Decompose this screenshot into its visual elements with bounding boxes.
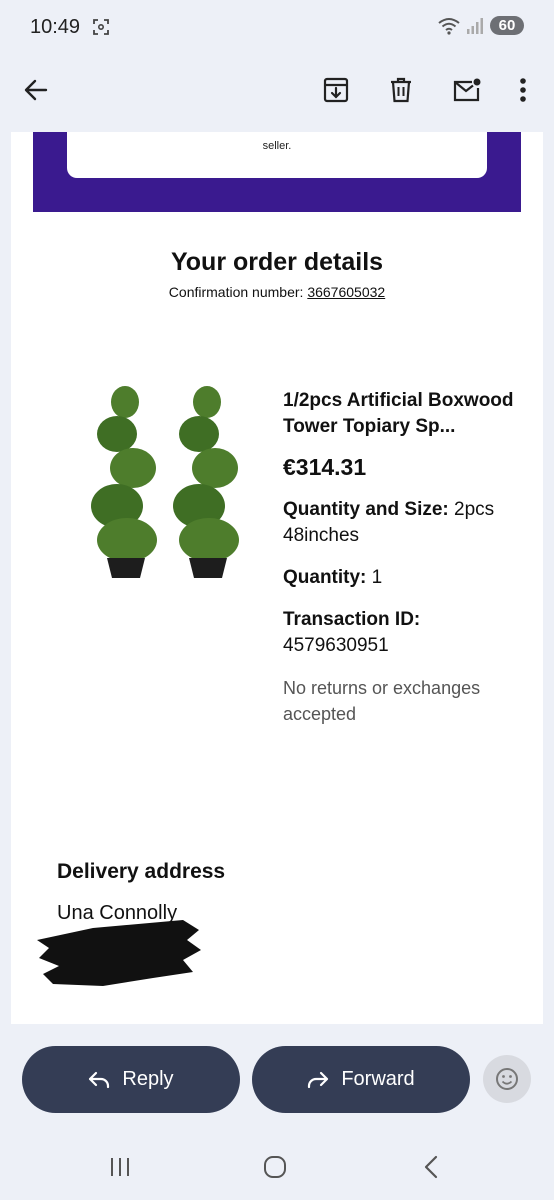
transaction-row: Transaction ID: 4579630951 [283,607,523,659]
quantity-value: 1 [371,567,383,588]
home-icon [264,1156,286,1178]
chevron-left-icon [424,1155,438,1179]
screenshot-icon [93,19,109,35]
transaction-value: 4579630951 [283,635,389,656]
product-name[interactable]: 1/2pcs Artificial Boxwood Tower Topiary … [283,388,523,440]
return-policy: No returns or exchanges accepted [283,678,481,724]
back-button[interactable] [16,70,56,110]
product-info: 1/2pcs Artificial Boxwood Tower Topiary … [283,388,523,727]
forward-button[interactable]: Forward [252,1046,470,1113]
status-bar: 10:49 60 [0,0,554,56]
back-arrow-icon [24,79,48,101]
banner-text: seller. [262,140,292,152]
recents-button[interactable] [105,1152,135,1182]
product-image[interactable] [77,372,267,592]
trash-icon [391,77,411,103]
product-price: €314.31 [283,454,367,480]
transaction-label: Transaction ID: [283,609,421,630]
emoji-reaction-button[interactable] [483,1055,531,1103]
system-nav-bar [0,1130,554,1200]
confirmation-line: Confirmation number: 3667605032 [11,284,543,300]
signal-icon [467,17,483,34]
home-button[interactable] [260,1152,290,1182]
forward-label: Forward [341,1068,415,1090]
more-vert-icon [520,78,526,102]
quantity-row: Quantity: 1 [283,565,523,591]
action-bar: Reply Forward [0,1030,554,1130]
delete-button[interactable] [381,70,421,110]
reply-button[interactable]: Reply [22,1046,240,1113]
system-back-button[interactable] [416,1152,446,1182]
email-toolbar [0,56,554,128]
reply-icon [89,1071,110,1088]
quantity-size-row: Quantity and Size: 2pcs 48inches [283,497,523,549]
quantity-size-label: Quantity and Size: [283,499,449,520]
emoji-icon [496,1068,518,1090]
header-banner: seller. [33,132,521,212]
confirmation-number-link[interactable]: 3667605032 [307,284,385,300]
recents-icon [111,1158,129,1176]
email-body: seller. Your order details Confirmation … [11,132,543,1024]
mark-unread-button[interactable] [447,70,487,110]
reply-label: Reply [122,1068,174,1090]
battery-badge: 60 [490,16,524,35]
delivery-address-title: Delivery address [57,860,226,883]
order-details-title: Your order details [170,248,384,276]
redacted-address [37,920,201,986]
wifi-icon [438,17,460,35]
status-indicators: 60 [438,16,524,35]
quantity-label: Quantity: [283,567,367,588]
archive-icon [323,77,349,103]
mail-unread-icon [453,78,481,102]
forward-icon [308,1071,329,1088]
archive-button[interactable] [316,70,356,110]
confirmation-label: Confirmation number: [168,284,304,300]
more-options-button[interactable] [503,70,543,110]
banner-notice: seller. [67,132,487,178]
status-time: 10:49 [30,16,81,38]
